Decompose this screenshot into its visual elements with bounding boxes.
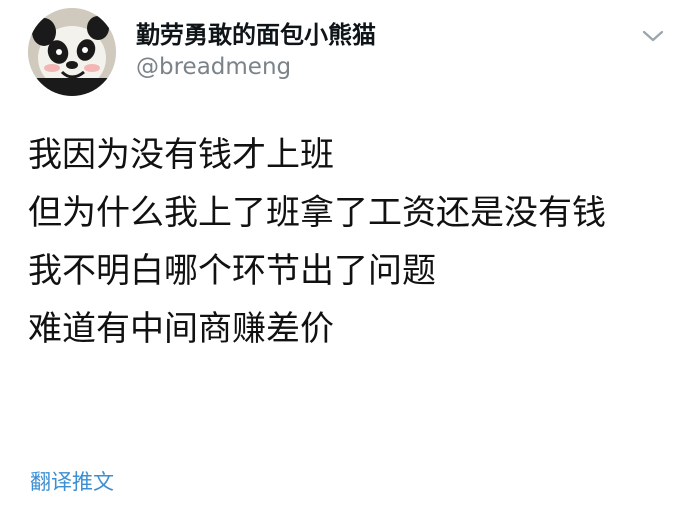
tweet-line: 难道有中间商赚差价 bbox=[28, 309, 334, 349]
panda-avatar-icon bbox=[28, 8, 116, 96]
tweet-menu-button[interactable] bbox=[640, 26, 666, 46]
tweet-text: 我因为没有钱才上班 但为什么我上了班拿了工资还是没有钱 我不明白哪个环节出了问题… bbox=[28, 132, 668, 364]
translate-tweet-link[interactable]: 翻译推文 bbox=[30, 468, 114, 496]
tweet-line: 但为什么我上了班拿了工资还是没有钱 bbox=[28, 193, 606, 233]
display-name[interactable]: 勤劳勇敢的面包小熊猫 bbox=[136, 20, 376, 50]
tweet-line: 我不明白哪个环节出了问题 bbox=[28, 251, 436, 291]
tweet-header: 勤劳勇敢的面包小熊猫 @breadmeng bbox=[0, 0, 690, 110]
tweet-line: 我因为没有钱才上班 bbox=[28, 135, 334, 175]
chevron-down-icon bbox=[642, 30, 664, 42]
author-names: 勤劳勇敢的面包小熊猫 @breadmeng bbox=[136, 20, 376, 82]
user-handle[interactable]: @breadmeng bbox=[136, 52, 376, 82]
avatar[interactable] bbox=[28, 8, 116, 96]
